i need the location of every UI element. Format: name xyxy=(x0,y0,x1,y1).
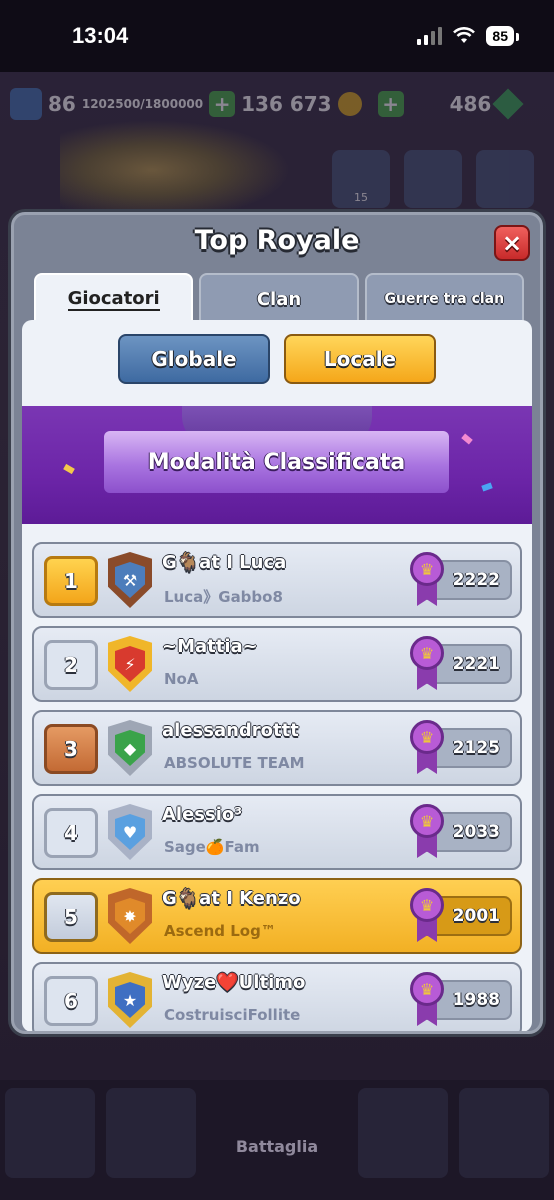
friends-icon: 15 xyxy=(332,150,390,208)
rank-number: 5 xyxy=(44,892,98,942)
leaderboard-row[interactable]: 1 ⚒ G🐐at I Luca Luca》Gabbo8 2222 ♛ xyxy=(32,542,522,618)
nav-events xyxy=(458,1088,549,1178)
ranked-medal-icon: ♛ xyxy=(410,972,444,1026)
gem-amount: 486 xyxy=(449,92,492,116)
top-royale-modal: Top Royale × Giocatori Clan Guerre tra c… xyxy=(11,212,543,1034)
tab-players-label: Giocatori xyxy=(67,287,160,311)
add-gems-button: + xyxy=(377,91,404,117)
king-character-image xyxy=(60,120,290,220)
wifi-icon xyxy=(453,27,476,43)
ranked-mode-banner: Modalità Classificata xyxy=(22,406,532,524)
player-name: alessandrottt xyxy=(162,720,299,741)
clan-badge: ★ xyxy=(108,972,152,1028)
tab-players[interactable]: Giocatori xyxy=(34,273,194,323)
tab-clan-wars[interactable]: Guerre tra clan xyxy=(364,273,524,323)
leaderboard-row[interactable]: 5 ✸ G🐐at I Kenzo Ascend Log™ 2001 ♛ xyxy=(32,878,522,954)
clan-badge: ♥ xyxy=(108,804,152,860)
tab-clans-label: Clan xyxy=(256,288,302,310)
rank-number: 2 xyxy=(44,640,98,690)
close-button[interactable]: × xyxy=(494,225,530,261)
leaderboard-row[interactable]: 3 ◆ alessandrottt ABSOLUTE TEAM 2125 ♛ xyxy=(32,710,522,786)
confetti-icon xyxy=(461,433,473,445)
ranked-medal-icon: ♛ xyxy=(410,636,444,690)
signal-icon xyxy=(417,27,443,45)
status-time: 13:04 xyxy=(72,23,129,48)
confetti-icon xyxy=(481,482,493,492)
global-button[interactable]: Globale xyxy=(118,334,270,384)
battery-indicator: 85 xyxy=(486,26,519,46)
xp-progress: 1202500/1800000 xyxy=(81,97,204,111)
local-button[interactable]: Locale xyxy=(284,334,436,384)
leaderboard-row[interactable]: 4 ♥ Alessio³ Sage🍊Fam 2033 ♛ xyxy=(32,794,522,870)
clan-badge: ⚡ xyxy=(108,636,152,692)
nav-cards xyxy=(106,1088,197,1178)
star-burst-icon: ✸ xyxy=(115,898,145,934)
tab-bar: Giocatori Clan Guerre tra clan xyxy=(34,273,524,323)
scope-toggle: Globale Locale xyxy=(22,334,532,384)
news-icon xyxy=(404,150,462,208)
clan-name: Sage🍊Fam xyxy=(164,838,260,856)
leaderboard-row[interactable]: 6 ★ Wyze❤️Ultimo CostruisciFollite 1988 ♛ xyxy=(32,962,522,1031)
background-buttons: 15 xyxy=(332,150,534,208)
clan-badge: ◆ xyxy=(108,720,152,776)
lightning-icon: ⚡ xyxy=(115,646,145,682)
menu-icon xyxy=(476,150,534,208)
bottom-navigation: Battaglia xyxy=(0,1080,554,1200)
player-name: G🐐at I Kenzo xyxy=(162,888,301,909)
rank-number: 6 xyxy=(44,976,98,1026)
nav-clan xyxy=(357,1088,448,1178)
rank-number: 1 xyxy=(44,556,98,606)
nav-battle-label: Battaglia xyxy=(235,1137,319,1156)
tab-clan-wars-label: Guerre tra clan xyxy=(384,291,505,307)
ranked-medal-icon: ♛ xyxy=(410,804,444,858)
rank-number: 4 xyxy=(44,808,98,858)
add-gold-button: + xyxy=(209,91,236,117)
hammer-icon: ⚒ xyxy=(115,562,145,598)
clan-name: Ascend Log™ xyxy=(164,922,276,940)
leaderboard-row[interactable]: 2 ⚡ ~Mattia~ NoA 2221 ♛ xyxy=(32,626,522,702)
level-icon xyxy=(10,88,42,120)
clan-name: CostruisciFollite xyxy=(164,1006,301,1024)
gem-icon: ◆ xyxy=(115,730,145,766)
friends-count: 15 xyxy=(354,191,368,204)
player-name: ~Mattia~ xyxy=(162,636,258,657)
clan-badge: ✸ xyxy=(108,888,152,944)
gem-icon xyxy=(492,88,524,120)
nav-shop xyxy=(5,1088,96,1178)
gold-coin-icon xyxy=(337,92,362,116)
nav-battle: Battaglia xyxy=(207,1088,347,1178)
tab-clans[interactable]: Clan xyxy=(199,273,359,323)
player-name: Wyze❤️Ultimo xyxy=(162,972,306,993)
ranked-medal-icon: ♛ xyxy=(410,888,444,942)
player-level: 86 xyxy=(48,92,76,116)
heart-icon: ♥ xyxy=(115,814,145,850)
leaderboard-list: 1 ⚒ G🐐at I Luca Luca》Gabbo8 2222 ♛ 2 ⚡ ~Mattia~ N… xyxy=(32,542,522,1031)
leaderboard-panel: Globale Locale Modalità Classificata 1 ⚒ G… xyxy=(22,320,532,1031)
star-icon: ★ xyxy=(115,982,145,1018)
ranked-medal-icon: ♛ xyxy=(410,552,444,606)
clan-name: NoA xyxy=(164,670,199,688)
clan-badge: ⚒ xyxy=(108,552,152,608)
rank-number: 3 xyxy=(44,724,98,774)
close-icon: × xyxy=(501,229,523,257)
confetti-icon xyxy=(63,463,75,475)
clan-name: Luca》Gabbo8 xyxy=(164,588,283,606)
modal-title: Top Royale xyxy=(194,225,360,256)
clan-name: ABSOLUTE TEAM xyxy=(164,754,305,772)
ranked-medal-icon: ♛ xyxy=(410,720,444,774)
gold-amount: 136 673 xyxy=(241,92,332,116)
player-name: Alessio³ xyxy=(162,804,243,825)
status-icons: 85 xyxy=(417,26,519,46)
player-name: G🐐at I Luca xyxy=(162,552,287,573)
ranked-mode-title: Modalità Classificata xyxy=(82,431,471,493)
status-bar: 13:04 85 xyxy=(0,0,554,72)
